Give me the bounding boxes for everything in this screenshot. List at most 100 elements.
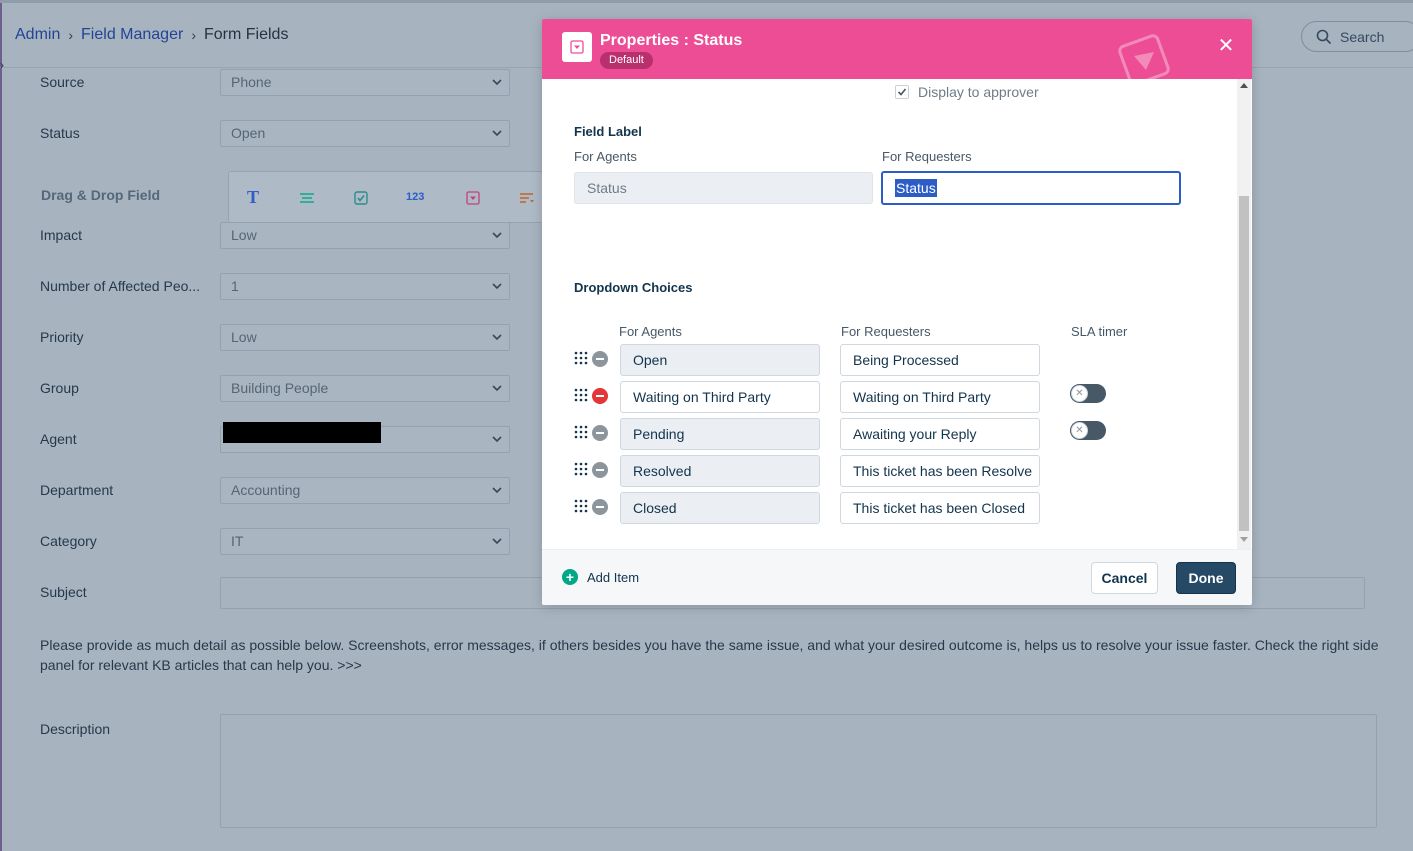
number-field-icon[interactable]: 123: [406, 191, 424, 203]
for-requesters-label: For Requesters: [882, 149, 972, 164]
form-row-priority: Priority Low: [40, 323, 510, 351]
col-requesters-header: For Requesters: [841, 324, 931, 339]
cancel-button[interactable]: Cancel: [1091, 562, 1158, 594]
choice-requester-input[interactable]: Being Processed: [840, 344, 1040, 376]
remove-choice-icon[interactable]: [592, 388, 608, 404]
input-value: Status: [587, 180, 627, 196]
priority-select[interactable]: Low: [220, 323, 510, 351]
source-select[interactable]: Phone: [220, 68, 510, 96]
remove-choice-icon[interactable]: [592, 499, 608, 515]
choice-requester-input[interactable]: This ticket has been Closed: [840, 492, 1040, 524]
search-label: Search: [1340, 28, 1385, 45]
col-sla-header: SLA timer: [1071, 324, 1128, 339]
display-to-approver-label: Display to approver: [918, 84, 1039, 100]
toggle-off-icon: ✕: [1071, 385, 1088, 402]
search-icon: [1316, 29, 1332, 44]
choice-agent-input[interactable]: Open: [620, 344, 820, 376]
choice-agent-input[interactable]: Resolved: [620, 455, 820, 487]
sidebar-expand-icon[interactable]: ›: [0, 58, 4, 72]
select-value: 1: [231, 278, 239, 294]
modal-body: Display to approver Field Label For Agen…: [542, 79, 1252, 549]
form-row-group: Group Building People: [40, 374, 510, 402]
col-agents-header: For Agents: [619, 324, 682, 339]
requester-label-input[interactable]: Status: [881, 171, 1181, 205]
form-row-affected: Number of Affected Peo... 1: [40, 272, 510, 300]
breadcrumb: Admin › Field Manager › Form Fields: [15, 26, 288, 44]
remove-choice-icon[interactable]: [592, 462, 608, 478]
drag-handle-icon[interactable]: [574, 499, 588, 513]
scroll-thumb[interactable]: [1239, 196, 1249, 531]
left-edge: [0, 0, 2, 851]
redaction-bar: [223, 422, 381, 443]
done-button[interactable]: Done: [1176, 562, 1236, 594]
category-select[interactable]: IT: [220, 527, 510, 555]
display-to-approver[interactable]: Display to approver: [895, 84, 1039, 100]
breadcrumb-admin[interactable]: Admin: [15, 26, 60, 44]
choice-requester-input[interactable]: Waiting on Third Party: [840, 381, 1040, 413]
choice-row: Waiting on Third Party Waiting on Third …: [574, 381, 1134, 413]
chevron-down-icon: [492, 282, 502, 289]
field-label: Impact: [40, 227, 83, 243]
choice-agent-input[interactable]: Closed: [620, 492, 820, 524]
department-select[interactable]: Accounting: [220, 476, 510, 504]
choice-requester-input[interactable]: Awaiting your Reply: [840, 418, 1040, 450]
field-label: Agent: [40, 431, 77, 447]
field-label: Category: [40, 533, 97, 549]
field-label: Source: [40, 74, 85, 90]
modal-header: Properties : Status Default ✕: [542, 19, 1252, 79]
group-select[interactable]: Building People: [220, 374, 510, 402]
default-badge: Default: [600, 52, 653, 69]
drag-handle-icon[interactable]: [574, 425, 588, 439]
checkbox-field-icon[interactable]: [354, 191, 368, 205]
drag-handle-icon[interactable]: [574, 388, 588, 402]
dropdown-field-icon[interactable]: [466, 191, 480, 205]
checkbox-checked-icon[interactable]: [895, 85, 909, 99]
status-select[interactable]: Open: [220, 119, 510, 147]
paragraph-field-icon[interactable]: [299, 192, 315, 204]
dropdown-field-icon: [562, 32, 592, 62]
breadcrumb-field-manager[interactable]: Field Manager: [81, 26, 183, 44]
scroll-down-icon[interactable]: [1240, 537, 1248, 542]
affected-select[interactable]: 1: [220, 272, 510, 300]
drag-handle-icon[interactable]: [574, 462, 588, 476]
description-input[interactable]: [220, 714, 1377, 828]
form-row-category: Category IT: [40, 527, 510, 555]
sla-timer-toggle[interactable]: ✕: [1070, 421, 1106, 440]
add-item-button[interactable]: + Add Item: [562, 569, 639, 585]
field-label-title: Field Label: [574, 124, 642, 139]
select-value: Phone: [231, 74, 272, 90]
breadcrumb-current: Form Fields: [203, 26, 289, 43]
select-value: Open: [231, 125, 266, 141]
choice-requester-input[interactable]: This ticket has been Resolve: [840, 455, 1040, 487]
select-value: Building People: [231, 380, 329, 396]
remove-choice-icon[interactable]: [592, 351, 608, 367]
dropdown-choices-title: Dropdown Choices: [574, 280, 693, 295]
drag-drop-label: Drag & Drop Field: [41, 187, 161, 203]
text-field-icon[interactable]: T: [247, 187, 259, 208]
field-label: Priority: [40, 329, 84, 345]
choice-agent-input[interactable]: Pending: [620, 418, 820, 450]
agent-label-input[interactable]: Status: [574, 172, 873, 204]
field-label: Status: [40, 125, 80, 141]
description-label: Description: [40, 721, 111, 737]
dropdown-watermark-icon: [1118, 34, 1170, 79]
drag-handle-icon[interactable]: [574, 351, 588, 365]
select-value: IT: [231, 533, 244, 549]
plus-circle-icon: +: [562, 569, 578, 585]
form-row-status: Status Open: [40, 119, 510, 147]
remove-choice-icon[interactable]: [592, 425, 608, 441]
chevron-right-icon: ›: [191, 27, 196, 43]
nested-field-icon[interactable]: [519, 192, 535, 204]
modal-title: Properties : Status: [600, 32, 743, 49]
sla-timer-toggle[interactable]: ✕: [1070, 384, 1106, 403]
choice-agent-input[interactable]: Waiting on Third Party: [620, 381, 820, 413]
form-row-impact: Impact Low: [40, 221, 510, 249]
chevron-down-icon: [492, 537, 502, 544]
scroll-up-icon[interactable]: [1240, 83, 1248, 88]
search-box[interactable]: Search: [1301, 21, 1413, 52]
modal-scrollbar[interactable]: [1237, 79, 1251, 549]
impact-select[interactable]: Low: [220, 221, 510, 249]
add-item-label: Add Item: [587, 569, 640, 585]
choice-row: Closed This ticket has been Closed: [574, 492, 1134, 524]
close-icon[interactable]: ✕: [1216, 35, 1236, 57]
